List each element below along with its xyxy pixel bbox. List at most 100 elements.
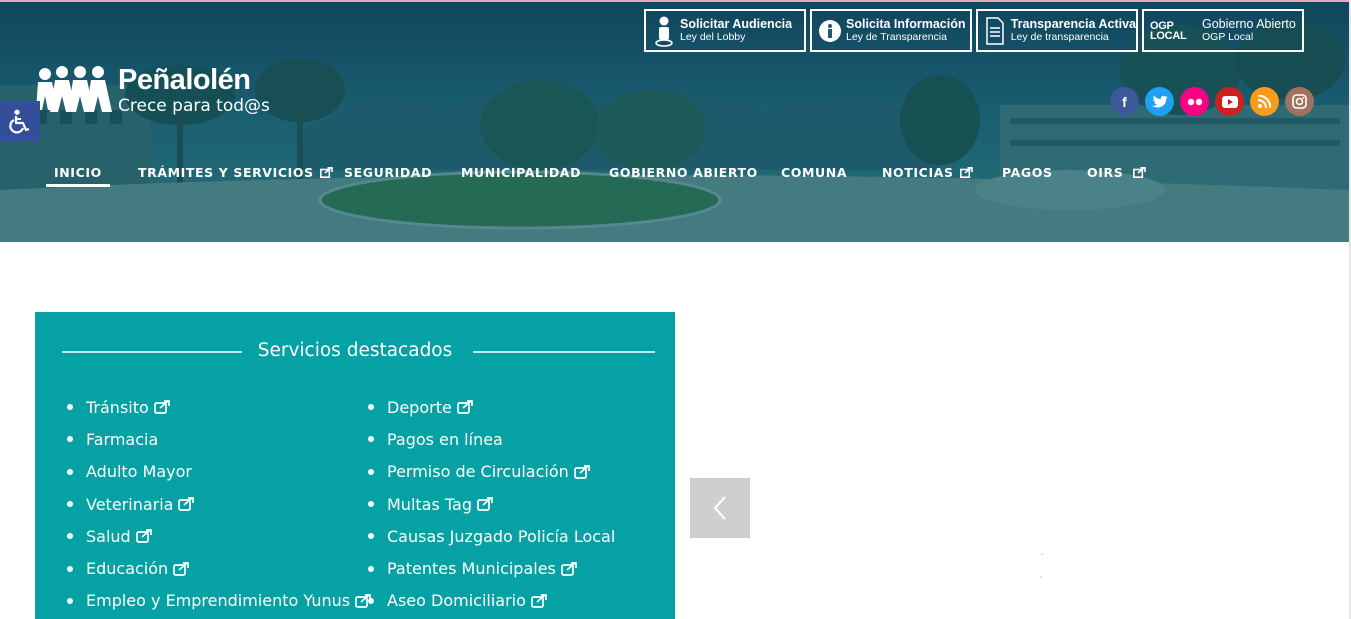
service-label: Permiso de Circulación <box>387 462 569 482</box>
nav-label: GOBIERNO ABIERTO <box>609 164 758 180</box>
nav-label: MUNICIPALIDAD <box>461 164 582 180</box>
quick-link-subtitle: Ley del Lobby <box>680 30 746 43</box>
info-icon <box>816 13 844 49</box>
service-label: Deporte <box>387 397 452 417</box>
nav-municipalidad[interactable]: MUNICIPALIDAD <box>461 160 581 184</box>
site-logo[interactable]: Peñalolén Crece para tod@s <box>36 64 286 124</box>
page: Solicitar Audiencia Ley del Lobby Solici… <box>0 0 1351 619</box>
service-link-aseo-domiciliario[interactable]: Aseo Domiciliario <box>368 585 615 617</box>
nav-label: PAGOS <box>1002 164 1053 180</box>
service-link-multas-tag[interactable]: Multas Tag <box>368 488 615 520</box>
service-label: Pagos en línea <box>387 429 503 449</box>
service-link-permiso-circulacion[interactable]: Permiso de Circulación <box>368 456 615 488</box>
solicitar-audiencia-button[interactable]: Solicitar Audiencia Ley del Lobby <box>644 9 806 52</box>
rss-icon[interactable] <box>1250 87 1279 116</box>
service-label: Farmacia <box>86 429 159 449</box>
service-label: Aseo Domiciliario <box>387 591 526 611</box>
services-list-left: Tránsito Farmacia Adulto Mayor Veterinar… <box>67 391 371 617</box>
quick-link-title: Gobierno Abierto <box>1202 17 1296 32</box>
carousel-prev-button[interactable] <box>690 478 750 538</box>
service-link-adulto-mayor[interactable]: Adulto Mayor <box>67 456 371 488</box>
nav-label: SEGURIDAD <box>344 164 433 180</box>
external-link-icon <box>173 561 190 576</box>
quick-link-title: Solicitar Audiencia <box>680 17 793 32</box>
external-link-icon <box>477 497 493 511</box>
service-label: Educación <box>86 559 169 579</box>
service-link-pagos-en-linea[interactable]: Pagos en línea <box>368 423 615 455</box>
service-link-veterinaria[interactable]: Veterinaria <box>67 488 371 520</box>
quick-link-title: Transparencia Activa <box>1010 17 1136 32</box>
service-label: Tránsito <box>86 397 149 417</box>
title-divider-right <box>473 351 655 353</box>
services-list-right: Deporte Pagos en línea Permiso de Circul… <box>368 391 615 617</box>
youtube-icon[interactable] <box>1215 87 1244 116</box>
facebook-icon[interactable]: f <box>1110 87 1139 116</box>
external-link-icon <box>135 529 152 544</box>
bullet <box>368 501 374 508</box>
nav-label: TRÁMITES Y SERVICIOS <box>138 164 314 180</box>
instagram-icon[interactable] <box>1285 87 1314 116</box>
bullet <box>368 565 374 572</box>
nav-oirs[interactable]: OIRS <box>1087 160 1147 184</box>
nav-pagos[interactable]: PAGOS <box>1002 160 1053 184</box>
nav-label: NOTICIAS <box>882 164 954 180</box>
external-link-icon <box>153 400 170 414</box>
bullet <box>368 597 374 604</box>
service-label: Causas Juzgado Policía Local <box>387 526 616 546</box>
facebook-glyph: f <box>1122 93 1127 110</box>
service-label: Veterinaria <box>86 494 174 514</box>
chevron-left-icon <box>713 496 726 520</box>
external-link-icon <box>531 594 547 608</box>
service-label: Adulto Mayor <box>86 462 192 482</box>
nav-label: COMUNA <box>781 164 848 180</box>
external-link-icon <box>456 400 473 414</box>
external-link-icon <box>561 561 577 576</box>
penalolen-people-logo-icon <box>36 66 112 112</box>
service-link-farmacia[interactable]: Farmacia <box>67 423 371 455</box>
bullet <box>67 533 73 540</box>
service-label: Multas Tag <box>387 494 472 514</box>
flickr-icon[interactable] <box>1180 87 1209 116</box>
bullet <box>67 597 73 604</box>
external-link-icon <box>1133 166 1147 178</box>
bullet <box>67 404 73 411</box>
quick-link-title: Solicita Información <box>846 17 966 32</box>
gobierno-abierto-button[interactable]: OGP LOCAL Gobierno Abierto OGP Local <box>1142 9 1304 52</box>
bullet <box>368 436 374 443</box>
quick-link-subtitle: Ley de transparencia <box>1010 30 1109 43</box>
bullet <box>67 468 73 475</box>
person-icon <box>650 13 678 49</box>
nav-label: INICIO <box>54 164 102 180</box>
external-link-icon <box>178 497 195 511</box>
service-label: Salud <box>86 526 131 546</box>
quick-link-subtitle: Ley de Transparencia <box>846 30 947 43</box>
accessibility-button[interactable] <box>0 101 40 142</box>
service-link-causas-juzgado[interactable]: Causas Juzgado Policía Local <box>368 520 615 552</box>
bullet <box>368 468 374 475</box>
logo-tagline: Crece para tod@s <box>118 96 270 116</box>
nav-inicio[interactable]: INICIO <box>46 160 110 187</box>
nav-tramites-y-servicios[interactable]: TRÁMITES Y SERVICIOS <box>138 160 333 184</box>
service-label: Empleo y Emprendimiento Yunus <box>86 591 351 611</box>
twitter-icon[interactable] <box>1145 87 1174 116</box>
main-navigation: INICIO TRÁMITES Y SERVICIOS SEGURIDAD MU… <box>0 160 1349 190</box>
service-link-patentes-municipales[interactable]: Patentes Municipales <box>368 552 615 584</box>
nav-label: OIRS <box>1087 164 1124 180</box>
nav-seguridad[interactable]: SEGURIDAD <box>344 160 432 184</box>
nav-gobierno-abierto[interactable]: GOBIERNO ABIERTO <box>609 160 758 184</box>
transparencia-activa-button[interactable]: Transparencia Activa Ley de transparenci… <box>976 9 1138 52</box>
ogp-local-logo: OGP LOCAL <box>1150 19 1187 42</box>
service-link-transito[interactable]: Tránsito <box>67 391 371 423</box>
document-icon <box>982 13 1009 49</box>
servicios-destacados-panel: Servicios destacados Tránsito Farmacia A… <box>35 312 675 619</box>
solicita-informacion-button[interactable]: Solicita Información Ley de Transparenci… <box>810 9 972 52</box>
bullet <box>67 501 73 508</box>
bullet <box>67 565 73 572</box>
header-banner: Solicitar Audiencia Ley del Lobby Solici… <box>0 0 1349 242</box>
service-link-empleo-emprendimiento[interactable]: Empleo y Emprendimiento Yunus <box>67 585 371 617</box>
nav-noticias[interactable]: NOTICIAS <box>882 160 973 184</box>
service-link-educacion[interactable]: Educación <box>67 552 371 584</box>
nav-comuna[interactable]: COMUNA <box>781 160 847 184</box>
service-link-deporte[interactable]: Deporte <box>368 391 615 423</box>
service-link-salud[interactable]: Salud <box>67 520 371 552</box>
